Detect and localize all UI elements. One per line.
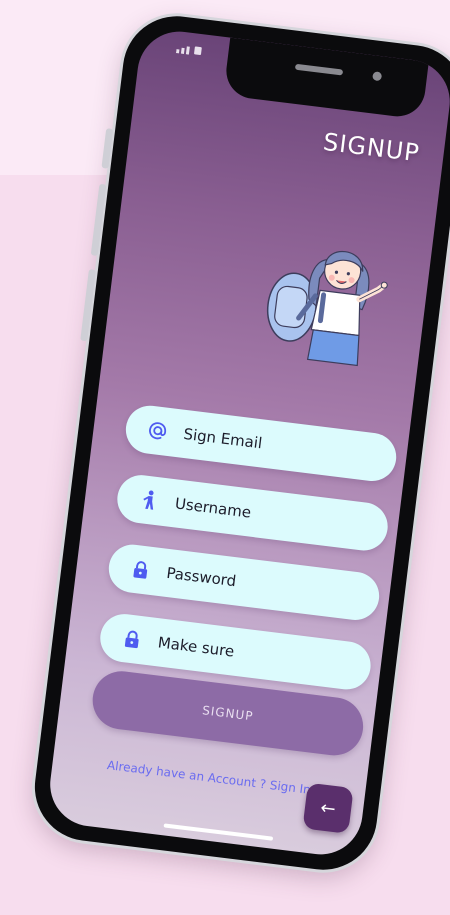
email-field-label: Sign Email: [182, 424, 264, 453]
person-walking-icon: [138, 489, 160, 511]
password-field[interactable]: Password: [106, 541, 382, 623]
speaker-grille: [294, 63, 344, 76]
notch: [223, 37, 429, 120]
lock-icon: [121, 628, 143, 650]
password-field-label: Password: [165, 563, 238, 591]
page-title: SIGNUP: [321, 127, 422, 168]
girl-with-backpack-illustration: [266, 250, 388, 367]
front-camera: [372, 71, 383, 82]
email-field[interactable]: Sign Email: [123, 402, 399, 484]
back-arrow-icon: ←: [319, 796, 337, 820]
username-field-label: Username: [173, 494, 253, 522]
volume-up-button: [101, 128, 114, 169]
status-bar-icons: [175, 43, 203, 59]
username-field[interactable]: Username: [114, 472, 391, 554]
lock-icon: [130, 558, 152, 580]
signal-icon: [175, 46, 202, 56]
home-indicator: [163, 823, 274, 841]
at-icon: [147, 420, 169, 442]
back-button[interactable]: ←: [302, 782, 354, 834]
confirm-password-field-label: Make sure: [156, 633, 236, 661]
